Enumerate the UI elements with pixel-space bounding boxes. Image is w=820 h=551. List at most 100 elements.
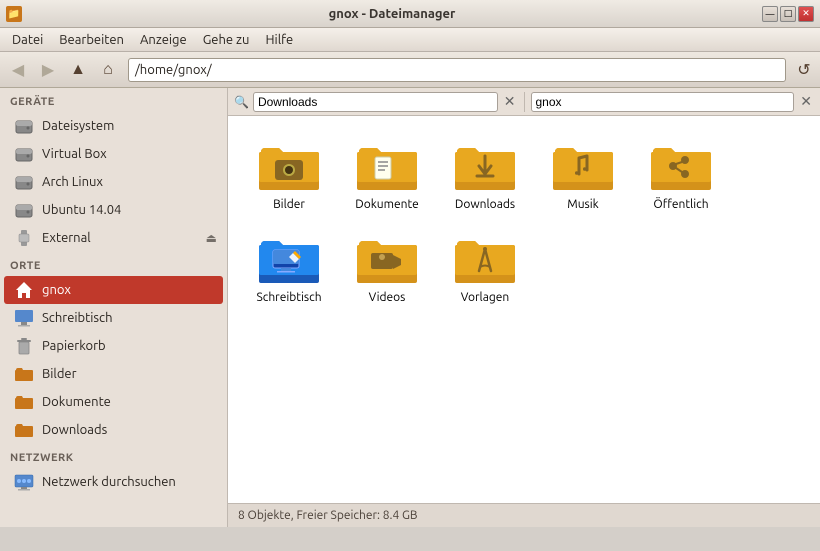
usb-icon	[14, 228, 34, 248]
sidebar-label-dateisystem: Dateisystem	[42, 119, 114, 133]
menu-gehe-zu[interactable]: Gehe zu	[195, 31, 258, 49]
pictures-folder-icon	[14, 364, 34, 384]
sidebar-label-dokumente: Dokumente	[42, 395, 111, 409]
sidebar-item-dateisystem[interactable]: Dateisystem	[0, 112, 227, 140]
location-text: /home/gnox/	[135, 63, 212, 77]
sidebar-label-downloads: Downloads	[42, 423, 107, 437]
statusbar-text: 8 Objekte, Freier Speicher: 8.4 GB	[238, 509, 418, 522]
sidebar-label-archlinux: Arch Linux	[42, 175, 103, 189]
eject-button[interactable]: ⏏	[206, 231, 217, 245]
forward-button[interactable]: ▶	[34, 56, 62, 84]
main-area: GERÄTE Dateisystem Virtual Box Arch Linu…	[0, 88, 820, 527]
sidebar-label-bilder: Bilder	[42, 367, 77, 381]
close-button[interactable]: ✕	[798, 6, 814, 22]
app-icon: 📁	[6, 6, 22, 22]
sidebar-item-bilder[interactable]: Bilder	[0, 360, 227, 388]
menu-anzeige[interactable]: Anzeige	[132, 31, 195, 49]
search-bars: 🔍 ✕ ✕	[228, 88, 820, 116]
documents-folder-icon	[14, 392, 34, 412]
menu-datei[interactable]: Datei	[4, 31, 51, 49]
folder-icon-videos	[355, 231, 419, 287]
sidebar-item-downloads[interactable]: Downloads	[0, 416, 227, 444]
file-label-downloads: Downloads	[455, 198, 515, 211]
file-item-videos[interactable]: Videos	[342, 225, 432, 310]
file-item-musik[interactable]: Musik	[538, 132, 628, 217]
sidebar-label-schreibtisch: Schreibtisch	[42, 311, 113, 325]
geraete-header: GERÄTE	[0, 88, 227, 112]
hdd-icon	[14, 200, 34, 220]
search-pane-1: 🔍 ✕	[228, 92, 525, 112]
network-icon	[14, 472, 34, 492]
file-item-bilder[interactable]: Bilder	[244, 132, 334, 217]
location-bar[interactable]: /home/gnox/	[128, 58, 786, 82]
sidebar-label-virtualbox: Virtual Box	[42, 147, 107, 161]
up-button[interactable]: ▲	[64, 56, 92, 84]
statusbar: 8 Objekte, Freier Speicher: 8.4 GB	[228, 503, 820, 527]
window-title: gnox - Dateimanager	[22, 7, 762, 21]
file-item-downloads[interactable]: Downloads	[440, 132, 530, 217]
hdd-icon	[14, 116, 34, 136]
file-item-schreibtisch[interactable]: Schreibtisch	[244, 225, 334, 310]
file-label-oeffentlich: Öffentlich	[653, 198, 708, 211]
folder-icon-vorlagen	[453, 231, 517, 287]
sidebar-item-gnox[interactable]: gnox	[4, 276, 223, 304]
folder-icon-musik	[551, 138, 615, 194]
file-label-bilder: Bilder	[273, 198, 305, 211]
home-icon	[14, 280, 34, 300]
search-icon-1: 🔍	[234, 95, 249, 109]
menubar: Datei Bearbeiten Anzeige Gehe zu Hilfe	[0, 28, 820, 52]
orte-header: ORTE	[0, 252, 227, 276]
sidebar-item-dokumente[interactable]: Dokumente	[0, 388, 227, 416]
sidebar-item-papierkorb[interactable]: Papierkorb	[0, 332, 227, 360]
file-label-musik: Musik	[567, 198, 598, 211]
file-label-dokumente: Dokumente	[355, 198, 419, 211]
file-label-videos: Videos	[369, 291, 406, 304]
sidebar-item-netzwerk[interactable]: Netzwerk durchsuchen	[0, 468, 227, 496]
search-input-1[interactable]	[253, 92, 498, 112]
downloads-folder-icon	[14, 420, 34, 440]
search-close-1[interactable]: ✕	[502, 93, 518, 110]
sidebar-item-external[interactable]: External ⏏	[0, 224, 227, 252]
titlebar: 📁 gnox - Dateimanager — □ ✕	[0, 0, 820, 28]
file-item-vorlagen[interactable]: Vorlagen	[440, 225, 530, 310]
search-close-2[interactable]: ✕	[798, 93, 814, 110]
home-button[interactable]: ⌂	[94, 56, 122, 84]
folder-icon-bilder	[257, 138, 321, 194]
file-item-oeffentlich[interactable]: Öffentlich	[636, 132, 726, 217]
sidebar-label-ubuntu: Ubuntu 14.04	[42, 203, 121, 217]
hdd-icon	[14, 144, 34, 164]
folder-icon-oeffentlich	[649, 138, 713, 194]
titlebar-left: 📁	[6, 6, 22, 22]
window-controls: — □ ✕	[762, 6, 814, 22]
netzwerk-header: NETZWERK	[0, 444, 227, 468]
file-area: 🔍 ✕ ✕ Bilder	[228, 88, 820, 527]
folder-icon-dokumente	[355, 138, 419, 194]
search-input-2[interactable]	[531, 92, 795, 112]
file-label-vorlagen: Vorlagen	[461, 291, 509, 304]
file-grid: Bilder Dokumente	[228, 116, 820, 503]
file-label-schreibtisch: Schreibtisch	[256, 291, 321, 304]
menu-hilfe[interactable]: Hilfe	[257, 31, 301, 49]
file-item-dokumente[interactable]: Dokumente	[342, 132, 432, 217]
search-pane-2: ✕	[525, 92, 820, 112]
sidebar-label-gnox: gnox	[42, 283, 71, 297]
desktop-icon	[14, 308, 34, 328]
sidebar-item-ubuntu[interactable]: Ubuntu 14.04	[0, 196, 227, 224]
sidebar-item-archlinux[interactable]: Arch Linux	[0, 168, 227, 196]
maximize-button[interactable]: □	[780, 6, 796, 22]
sidebar-item-schreibtisch[interactable]: Schreibtisch	[0, 304, 227, 332]
sidebar: GERÄTE Dateisystem Virtual Box Arch Linu…	[0, 88, 228, 527]
hdd-icon	[14, 172, 34, 192]
sidebar-label-external: External	[42, 231, 91, 245]
back-button[interactable]: ◀	[4, 56, 32, 84]
minimize-button[interactable]: —	[762, 6, 778, 22]
sidebar-label-netzwerk: Netzwerk durchsuchen	[42, 475, 176, 489]
folder-icon-schreibtisch	[257, 231, 321, 287]
folder-icon-downloads	[453, 138, 517, 194]
sidebar-label-papierkorb: Papierkorb	[42, 339, 106, 353]
trash-icon	[14, 336, 34, 356]
reload-button[interactable]: ↺	[792, 58, 816, 82]
toolbar: ◀ ▶ ▲ ⌂ /home/gnox/ ↺	[0, 52, 820, 88]
menu-bearbeiten[interactable]: Bearbeiten	[51, 31, 132, 49]
sidebar-item-virtualbox[interactable]: Virtual Box	[0, 140, 227, 168]
